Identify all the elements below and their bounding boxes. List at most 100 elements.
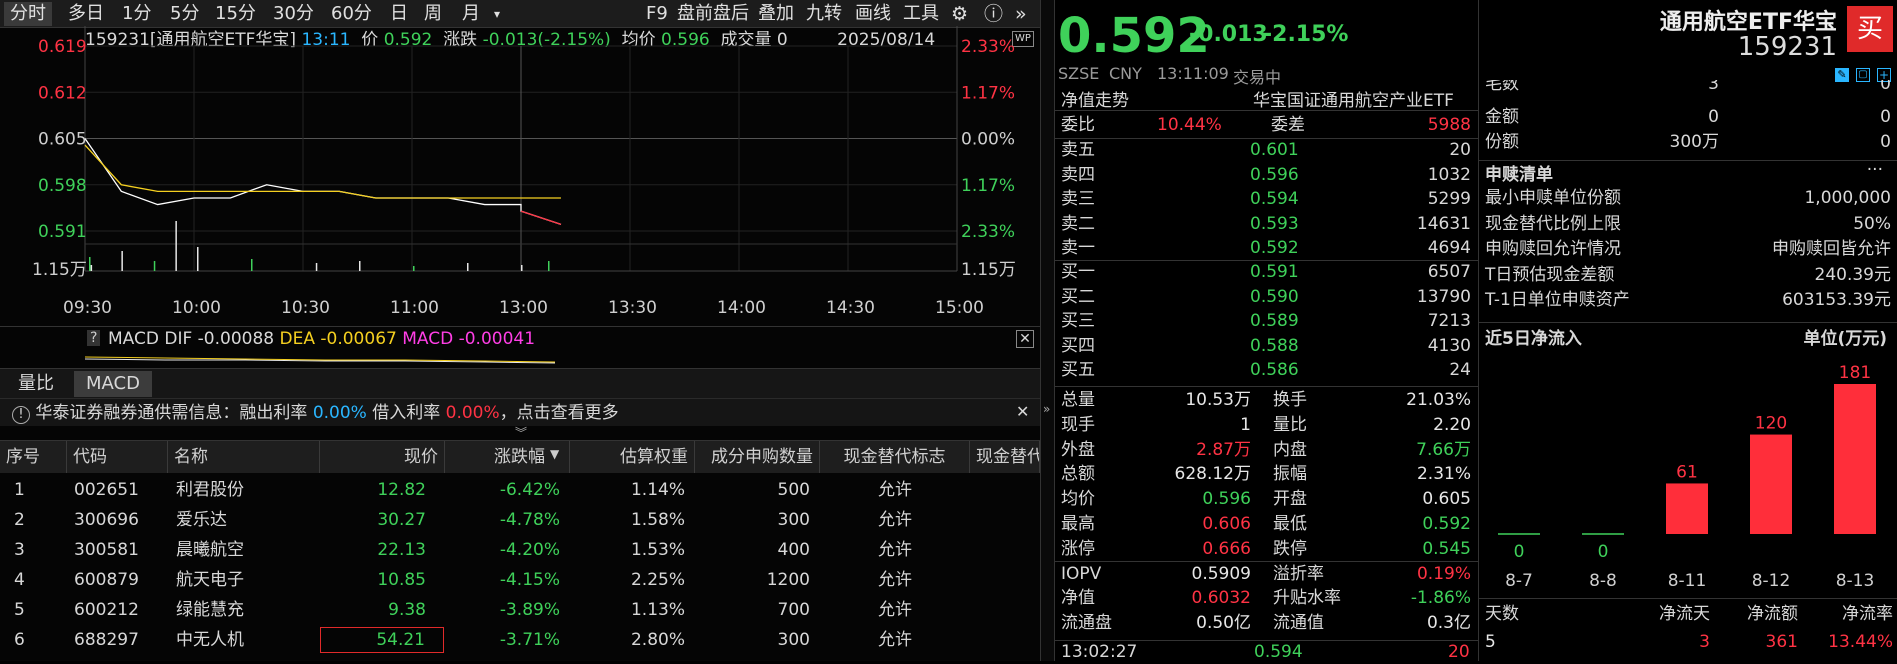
pct-tick-label: 1.17% — [961, 176, 1015, 196]
ask-row[interactable]: 卖三 0.594 5299 — [1061, 187, 1471, 211]
constituents-table: 序号 代码 名称 现价 涨跌幅 ▼ 估算权重 成分申购数量 现金替代标志 现金替… — [0, 440, 1040, 661]
col-header-price[interactable]: 现价 — [320, 441, 445, 473]
ask-row[interactable]: 卖四 0.596 1032 — [1061, 163, 1471, 187]
redeem-item-value: 240.39元 — [1814, 264, 1891, 285]
table-row[interactable]: 2 300696 爱乐达 30.27 -4.78% 1.58% 300 允许 — [0, 505, 1040, 535]
table-row[interactable]: 3 300581 晨曦航空 22.13 -4.20% 1.53% 400 允许 — [0, 535, 1040, 565]
stat-row: 外盘 2.87万 内盘 7.66万 — [1061, 438, 1471, 462]
flow-bar[interactable] — [1750, 434, 1792, 534]
redeem-list-title: 申赎清单 — [1485, 165, 1553, 185]
table-row[interactable]: 5 600212 绿能慧充 9.38 -3.89% 1.13% 700 允许 — [0, 595, 1040, 625]
stat-value: -1.86% — [1410, 588, 1471, 609]
expand-arrow-icon[interactable]: » — [1043, 402, 1050, 416]
tab-period-day[interactable]: 日 — [390, 2, 408, 26]
draw-line-button[interactable]: 画线 — [855, 2, 891, 26]
time-tick-label: 09:30 — [63, 298, 112, 318]
tab-period-multiday[interactable]: 多日 — [68, 2, 104, 26]
intraday-chart: 0.619 2.33% 0.612 1.17% 0.605 0.00% 0.598 1.17%… — [32, 26, 1016, 318]
flow-bar[interactable] — [1834, 384, 1876, 534]
stat-row: 均价 0.596 开盘 0.605 — [1061, 487, 1471, 511]
bid-row[interactable]: 买一 0.591 6507 — [1061, 260, 1471, 284]
tab-period-week[interactable]: 周 — [424, 2, 442, 26]
stat-label: 流通盘 — [1061, 613, 1112, 634]
col-header-cash-flag[interactable]: 现金替代标志 — [820, 441, 970, 473]
tab-period-intraday[interactable]: 分时 — [4, 2, 52, 26]
nine-turn-button[interactable]: 九转 — [806, 2, 842, 26]
flow-day-label: 8-11 — [1668, 571, 1707, 591]
question-icon[interactable]: ? — [87, 330, 101, 346]
row-name: 航天电子 — [176, 570, 244, 590]
gear-icon[interactable]: ⚙ — [951, 2, 968, 26]
tab-period-5min[interactable]: 5分 — [170, 2, 199, 26]
ask-row-price: 0.601 — [1250, 140, 1299, 160]
col-header-code[interactable]: 代码 — [67, 441, 168, 473]
tab-volume-ratio[interactable]: 量比 — [6, 371, 66, 397]
stat-label: 均价 — [1061, 489, 1095, 510]
panel-splitter[interactable]: » — [1040, 0, 1055, 661]
tools-button[interactable]: 工具 — [903, 2, 939, 26]
buy-button[interactable]: 买 — [1847, 6, 1893, 52]
bid-row[interactable]: 买五 0.586 24 — [1061, 358, 1471, 382]
col-header-index[interactable]: 序号 — [0, 441, 67, 473]
tab-period-15min[interactable]: 15分 — [215, 2, 256, 26]
col-header-weight[interactable]: 估算权重 — [570, 441, 695, 473]
table-row[interactable]: 6 688297 中无人机 54.21 -3.71% 2.80% 300 允许 — [0, 625, 1040, 655]
tab-period-60min[interactable]: 60分 — [331, 2, 372, 26]
volume-scale-label-right: 1.15万 — [961, 260, 1016, 280]
tab-period-30min[interactable]: 30分 — [273, 2, 314, 26]
bid-row-label: 买四 — [1061, 335, 1095, 356]
bid-row[interactable]: 买三 0.589 7213 — [1061, 309, 1471, 333]
more-icon[interactable]: ··· — [1867, 160, 1883, 180]
premarket-button[interactable]: 盘前盘后 — [677, 2, 749, 26]
row-index: 6 — [14, 630, 25, 650]
volume-bar — [197, 247, 199, 271]
bid-row[interactable]: 买四 0.588 4130 — [1061, 334, 1471, 358]
tab-period-1min[interactable]: 1分 — [122, 2, 151, 26]
margin-notice[interactable]: ! 华泰证券融券通供需信息：融出利率 0.00% 借入利率 0.00%，点击查看… — [0, 398, 1040, 426]
table-row[interactable]: 1 002651 利君股份 12.82 -6.42% 1.14% 500 允许 — [0, 475, 1040, 505]
stat-value: 2.20 — [1433, 414, 1471, 435]
ask-row-label: 卖一 — [1061, 238, 1095, 258]
row-cash-flag: 允许 — [878, 600, 912, 620]
stat-value: 7.66万 — [1416, 439, 1471, 460]
flow-value-label: 61 — [1676, 462, 1698, 482]
macd-dea: -0.00067 — [320, 329, 397, 349]
sort-desc-icon[interactable]: ▼ — [550, 447, 559, 461]
redeem-item: 最小申赎单位份额 1,000,000 — [1485, 186, 1891, 210]
quote-time: 13:11:09 — [1157, 64, 1229, 83]
stat-label: 总量 — [1061, 390, 1095, 410]
chevron-down-icon[interactable]: ▾ — [494, 2, 500, 26]
expand-chevron-icon[interactable]: ︾ — [515, 424, 527, 441]
flow-value-label: 120 — [1755, 414, 1787, 434]
volume-bar — [153, 261, 156, 271]
macd-title: MACD — [108, 329, 159, 349]
col-header-cash-sub[interactable]: 现金替代 — [970, 441, 1040, 473]
bid-row[interactable]: 买二 0.590 13790 — [1061, 285, 1471, 309]
stat-label: 换手 — [1273, 390, 1307, 410]
nav-trend-link[interactable]: 净值走势 — [1061, 86, 1129, 111]
stat-row: 总量 10.53万 换手 21.03% — [1061, 388, 1471, 412]
table-row[interactable]: 4 600879 航天电子 10.85 -4.15% 2.25% 1200 允许 — [0, 565, 1040, 595]
collapse-icon[interactable]: » — [1015, 2, 1027, 26]
col-header-name[interactable]: 名称 — [168, 441, 320, 473]
tab-macd[interactable]: MACD — [74, 371, 152, 397]
help-icon[interactable]: ⓘ — [984, 2, 1003, 26]
redeem-item: T日预估现金差额 240.39元 — [1485, 263, 1891, 287]
ask-row[interactable]: 卖二 0.593 14631 — [1061, 212, 1471, 236]
row-price: 12.82 — [377, 480, 426, 500]
ask-row-price: 0.596 — [1250, 164, 1299, 185]
chart-panel: 分时 多日 1分 5分 15分 30分 60分 日 周 月 ▾ F9 盘前盘后 … — [0, 0, 1040, 661]
overlay-button[interactable]: 叠加 — [758, 2, 794, 26]
tab-period-month[interactable]: 月 — [462, 2, 480, 26]
ask-row[interactable]: 卖五 0.601 20 — [1061, 138, 1471, 162]
close-notice-icon[interactable]: ✕ — [1016, 403, 1029, 421]
flow-bar[interactable] — [1666, 483, 1708, 534]
volume-bar — [359, 261, 361, 271]
col-header-quantity[interactable]: 成分申购数量 — [695, 441, 820, 473]
macd-histogram — [85, 356, 556, 364]
f9-button[interactable]: F9 — [646, 2, 668, 26]
stat-label: 外盘 — [1061, 439, 1095, 460]
close-icon[interactable]: ✕ — [1016, 330, 1034, 348]
stat-label: 内盘 — [1273, 439, 1307, 460]
ask-row[interactable]: 卖一 0.592 4694 — [1061, 236, 1471, 260]
